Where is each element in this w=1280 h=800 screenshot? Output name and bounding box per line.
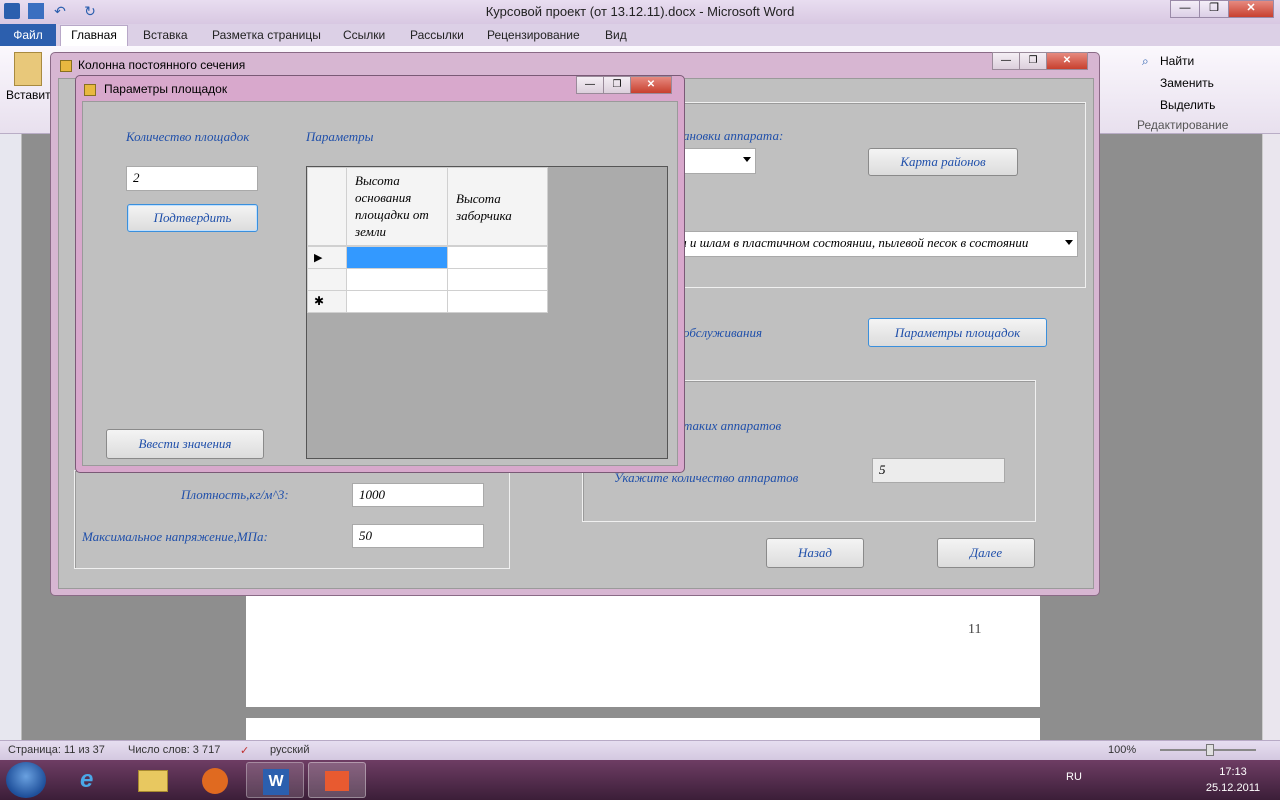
platform-count-label: Количество площадок <box>126 129 250 144</box>
maximize-button[interactable]: ❐ <box>1199 0 1229 18</box>
replace-button[interactable]: Заменить <box>1160 76 1214 90</box>
soil-combo[interactable]: л и шлам в пластичном состоянии, пылевой… <box>676 231 1078 257</box>
dialog-minimize-button[interactable]: — <box>576 76 604 94</box>
dialog-maximize-button[interactable]: ❐ <box>603 76 631 94</box>
start-button[interactable] <box>6 762 46 798</box>
stress-field[interactable]: 50 <box>352 524 484 548</box>
soil-combo-value: л и шлам в пластичном состоянии, пылевой… <box>681 235 1029 250</box>
grid-cell[interactable] <box>447 246 548 269</box>
word-app-icon[interactable] <box>4 3 20 19</box>
clock[interactable]: 17:13 25.12.2011 <box>1200 764 1266 796</box>
status-bar: Страница: 11 из 37 Число слов: 3 717 ✓ р… <box>0 740 1280 760</box>
grid-corner <box>307 167 347 246</box>
tab-mailings[interactable]: Рассылки <box>410 28 464 42</box>
status-language[interactable]: русский <box>270 744 309 756</box>
density-label: Плотность,кг/м^3: <box>181 487 289 502</box>
dialog-title: Параметры площадок <box>104 82 228 96</box>
tab-insert[interactable]: Вставка <box>143 28 188 42</box>
media-player-taskbar-icon[interactable] <box>186 762 244 798</box>
grid-cell[interactable] <box>346 268 448 291</box>
params-label: Параметры <box>306 129 374 144</box>
stress-label: Максимальное напряжение,МПа: <box>82 529 268 544</box>
status-words[interactable]: Число слов: 3 717 <box>128 744 220 756</box>
word-title-bar: Курсовой проект (от 13.12.11).docx - Mic… <box>0 0 1280 24</box>
chevron-down-icon <box>1065 240 1073 245</box>
close-button[interactable]: ✕ <box>1228 0 1274 18</box>
grid-cell-selected[interactable] <box>346 246 448 269</box>
form-close-button[interactable]: ✕ <box>1046 52 1088 70</box>
save-icon[interactable] <box>28 3 44 19</box>
form-maximize-button[interactable]: ❐ <box>1019 52 1047 70</box>
grid-cell[interactable] <box>447 268 548 291</box>
document-page[interactable] <box>246 585 1040 707</box>
editing-group-label: Редактирование <box>1137 118 1229 132</box>
word-window-controls: — ❐ ✕ <box>1170 0 1274 20</box>
confirm-button[interactable]: Подтвердить <box>127 204 258 232</box>
tab-view[interactable]: Вид <box>605 28 627 42</box>
vertical-scrollbar[interactable] <box>1262 134 1280 740</box>
form-minimize-button[interactable]: — <box>992 52 1020 70</box>
enter-values-button[interactable]: Ввести значения <box>106 429 264 459</box>
select-button[interactable]: Выделить <box>1160 98 1215 112</box>
tab-home[interactable]: Главная <box>60 25 128 46</box>
redo-icon[interactable]: ↻ <box>82 3 98 19</box>
word-taskbar-icon[interactable]: W <box>246 762 304 798</box>
dialog-icon <box>84 84 96 96</box>
minimize-button[interactable]: — <box>1170 0 1200 18</box>
map-button[interactable]: Карта районов <box>868 148 1018 176</box>
vertical-ruler <box>0 134 22 740</box>
service-label: обслуживания <box>683 325 763 340</box>
platforms-button[interactable]: Параметры площадок <box>868 318 1047 347</box>
form-column-title: Колонна постоянного сечения <box>78 58 246 72</box>
install-label: ановки аппарата: <box>683 128 784 143</box>
language-indicator[interactable]: RU <box>1066 771 1082 783</box>
tab-review[interactable]: Рецензирование <box>487 28 580 42</box>
same-devices-label: таких аппаратов <box>683 418 782 433</box>
app-taskbar-icon[interactable] <box>308 762 366 798</box>
ribbon-tab-bar <box>0 24 1280 46</box>
grid-column-header[interactable]: Высота основания площадки от земли <box>346 167 448 246</box>
platform-count-field[interactable]: 2 <box>126 166 258 191</box>
chevron-down-icon <box>743 157 751 162</box>
form-icon <box>60 60 72 72</box>
tab-file[interactable]: Файл <box>0 24 56 46</box>
density-field[interactable]: 1000 <box>352 483 484 507</box>
spellcheck-icon[interactable]: ✓ <box>240 744 249 757</box>
tab-references[interactable]: Ссылки <box>343 28 385 42</box>
device-count-field[interactable]: 5 <box>872 458 1005 483</box>
clock-time: 17:13 <box>1219 766 1247 778</box>
explorer-taskbar-icon[interactable] <box>124 762 182 798</box>
grid-row-header-new[interactable]: ✱ <box>307 290 347 313</box>
ie-taskbar-icon[interactable]: e <box>62 762 120 798</box>
binoculars-icon: ⌕ <box>1142 54 1149 68</box>
page-number: 11 <box>968 622 982 637</box>
grid-cell[interactable] <box>447 290 548 313</box>
word-window-title: Курсовой проект (от 13.12.11).docx - Mic… <box>485 4 795 19</box>
zoom-slider-thumb[interactable] <box>1206 744 1214 756</box>
undo-icon[interactable]: ↶ <box>52 3 68 19</box>
find-button[interactable]: Найти <box>1160 54 1194 68</box>
grid-cell[interactable] <box>346 290 448 313</box>
grid-column-header[interactable]: Высота заборчика <box>447 167 548 246</box>
status-page[interactable]: Страница: 11 из 37 <box>8 744 105 756</box>
dialog-close-button[interactable]: ✕ <box>630 76 672 94</box>
document-page-next[interactable] <box>246 718 1040 740</box>
back-button[interactable]: Назад <box>766 538 864 568</box>
grid-row-header-current[interactable]: ▶ <box>307 246 347 269</box>
paste-icon[interactable] <box>14 52 42 86</box>
zoom-level[interactable]: 100% <box>1108 744 1136 756</box>
next-button[interactable]: Далее <box>937 538 1035 568</box>
clock-date: 25.12.2011 <box>1205 782 1261 794</box>
grid-row-header[interactable] <box>307 268 347 291</box>
region-combo[interactable] <box>676 148 756 174</box>
tab-page-layout[interactable]: Разметка страницы <box>212 28 321 42</box>
